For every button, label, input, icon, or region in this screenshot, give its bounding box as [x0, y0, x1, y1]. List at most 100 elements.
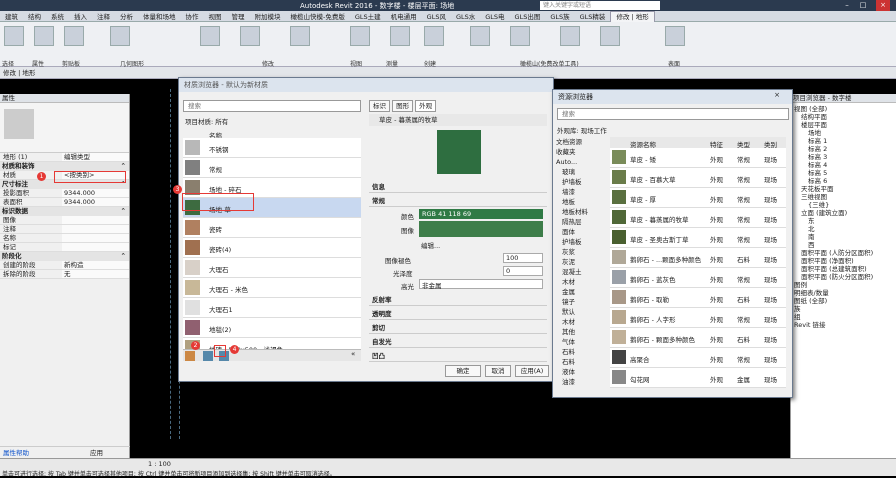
tree-item[interactable]: 立面 (建筑立面)	[794, 209, 893, 217]
tree-item[interactable]: 族	[794, 305, 893, 313]
library-tree-item[interactable]: 金属	[556, 288, 608, 296]
maximize-icon[interactable]: □	[856, 0, 870, 11]
library-tree-item[interactable]: 灰浆	[556, 248, 608, 256]
library-tree-item[interactable]: 隔热层	[556, 218, 608, 226]
tree-item[interactable]: 天花板平面	[794, 185, 893, 193]
image-preview[interactable]	[419, 221, 543, 237]
library-tree-item[interactable]: 灰泥	[556, 258, 608, 266]
asset-search-input[interactable]: 搜索	[557, 108, 789, 120]
tree-item[interactable]: 图例	[794, 281, 893, 289]
tree-item[interactable]: 标高 6	[794, 177, 893, 185]
tree-item[interactable]: 北	[794, 225, 893, 233]
tree-item[interactable]: 标高 5	[794, 169, 893, 177]
gls-tool-icon[interactable]	[470, 26, 490, 46]
library-tree-item[interactable]: 文档资源	[556, 138, 608, 146]
material-item[interactable]: 大理石1	[183, 298, 361, 318]
edit-type-button[interactable]: 编辑类型	[62, 153, 129, 161]
align-icon[interactable]	[200, 26, 220, 46]
library-tree-item[interactable]: 其他	[556, 328, 608, 336]
tree-item[interactable]: 标高 4	[794, 161, 893, 169]
modify-tool-icon[interactable]	[4, 26, 24, 46]
edit-image-link[interactable]: 编辑...	[421, 240, 440, 250]
tree-item[interactable]: 标高 1	[794, 137, 893, 145]
gls-tool3-icon[interactable]	[560, 26, 580, 46]
material-item[interactable]: 不锈钢	[183, 138, 361, 158]
measure-icon[interactable]	[390, 26, 410, 46]
tree-item[interactable]: 西	[794, 241, 893, 249]
library-tree-item[interactable]: 木材	[556, 318, 608, 326]
library-tree-item[interactable]: 默认	[556, 308, 608, 316]
tree-item[interactable]: 南	[794, 233, 893, 241]
close-icon[interactable]: ×	[876, 0, 890, 11]
tree-item[interactable]: 明细表/数量	[794, 289, 893, 297]
library-tree-item[interactable]: 玻璃	[556, 168, 608, 176]
tree-item[interactable]: 面积平面 (净面积)	[794, 257, 893, 265]
tree-item[interactable]: 面积平面 (总建筑面积)	[794, 265, 893, 273]
minimize-icon[interactable]: –	[840, 0, 854, 11]
tree-item[interactable]: Revit 链接	[794, 321, 893, 329]
material-item[interactable]: 地毯(2)	[183, 318, 361, 338]
open-asset-browser-icon[interactable]	[203, 351, 213, 361]
library-tree-item[interactable]: 石料	[556, 358, 608, 366]
library-tree-item[interactable]: 油漆	[556, 378, 608, 386]
tree-item[interactable]: 图纸 (全部)	[794, 297, 893, 305]
asset-row[interactable]: 勾花网 外观 金属 现场	[610, 368, 786, 388]
material-item[interactable]: 常规	[183, 158, 361, 178]
material-search-input[interactable]: 搜索	[183, 100, 361, 112]
asset-row[interactable]: 草皮 - 厚 外观 常规 现场	[610, 188, 786, 208]
tree-item[interactable]: 面积平面 (人防分区面积)	[794, 249, 893, 257]
collapse-icon[interactable]: ⌃	[121, 207, 126, 216]
transparency-section[interactable]: 透明度	[369, 308, 547, 320]
collapse-icon[interactable]: «	[351, 350, 355, 358]
library-tree-item[interactable]: 混凝土	[556, 268, 608, 276]
asset-row[interactable]: 高聚合 外观 常规 现场	[610, 348, 786, 368]
property-value[interactable]: 9344.000	[62, 198, 129, 206]
property-value[interactable]	[62, 225, 129, 233]
array-icon[interactable]	[290, 26, 310, 46]
properties-help-link[interactable]: 属性帮助	[3, 449, 29, 457]
collapse-icon[interactable]: ⌃	[121, 162, 126, 171]
library-tree-item[interactable]: 护墙板	[556, 178, 608, 186]
property-value[interactable]: 新构造	[62, 261, 129, 269]
tab-identity[interactable]: 标识	[369, 100, 390, 112]
tab-graphics[interactable]: 图形	[392, 100, 414, 112]
general-section[interactable]: 常规	[369, 195, 547, 207]
library-tree-item[interactable]: 护墙板	[556, 238, 608, 246]
tree-item[interactable]: {三维}	[794, 201, 893, 209]
view-icon[interactable]	[350, 26, 370, 46]
property-section-header[interactable]: 材质和装饰 ⌃	[0, 162, 129, 171]
apply-button[interactable]: 应用(A)	[515, 365, 549, 377]
library-tree-item[interactable]: Auto...	[556, 158, 608, 166]
tree-item[interactable]: 标高 2	[794, 145, 893, 153]
material-item[interactable]: 瓷砖(4)	[183, 238, 361, 258]
tree-item[interactable]: 楼层平面	[794, 121, 893, 129]
material-item[interactable]: 大理石 - 米色	[183, 278, 361, 298]
gls-tool4-icon[interactable]	[600, 26, 620, 46]
property-value[interactable]	[62, 234, 129, 242]
collapse-icon[interactable]: ⌃	[121, 252, 126, 261]
asset-row[interactable]: 草皮 - 百慕大草 外观 常规 现场	[610, 168, 786, 188]
tree-item[interactable]: 面积平面 (防火分区面积)	[794, 273, 893, 281]
create-icon[interactable]	[424, 26, 444, 46]
asset-row[interactable]: 鹅卵石 - 取勒 外观 石料 现场	[610, 288, 786, 308]
paste-icon[interactable]	[64, 26, 84, 46]
cutouts-section[interactable]: 剪切	[369, 322, 547, 334]
property-section-header[interactable]: 标识数据 ⌃	[0, 207, 129, 216]
tree-item[interactable]: 三维视图	[794, 193, 893, 201]
tree-item[interactable]: 结构平面	[794, 113, 893, 121]
help-search-input[interactable]: 键入关键字或短语	[540, 1, 660, 10]
tree-item[interactable]: 东	[794, 217, 893, 225]
library-tree-item[interactable]: 地板材料	[556, 208, 608, 216]
gls-tool2-icon[interactable]	[510, 26, 530, 46]
tree-item[interactable]: 场地	[794, 129, 893, 137]
self-illumination-section[interactable]: 自发光	[369, 336, 547, 348]
property-section-header[interactable]: 阶段化 ⌃	[0, 252, 129, 261]
ok-button[interactable]: 确定	[445, 365, 481, 377]
join-icon[interactable]	[110, 26, 130, 46]
tree-item[interactable]: 组	[794, 313, 893, 321]
property-value[interactable]: 9344.000	[62, 189, 129, 197]
asset-row[interactable]: 草皮 - 圣奥古斯丁草 外观 常规 现场	[610, 228, 786, 248]
tree-item[interactable]: 视图 (全部)	[794, 105, 893, 113]
library-tree-item[interactable]: 面体	[556, 228, 608, 236]
close-icon[interactable]: ×	[771, 91, 783, 99]
